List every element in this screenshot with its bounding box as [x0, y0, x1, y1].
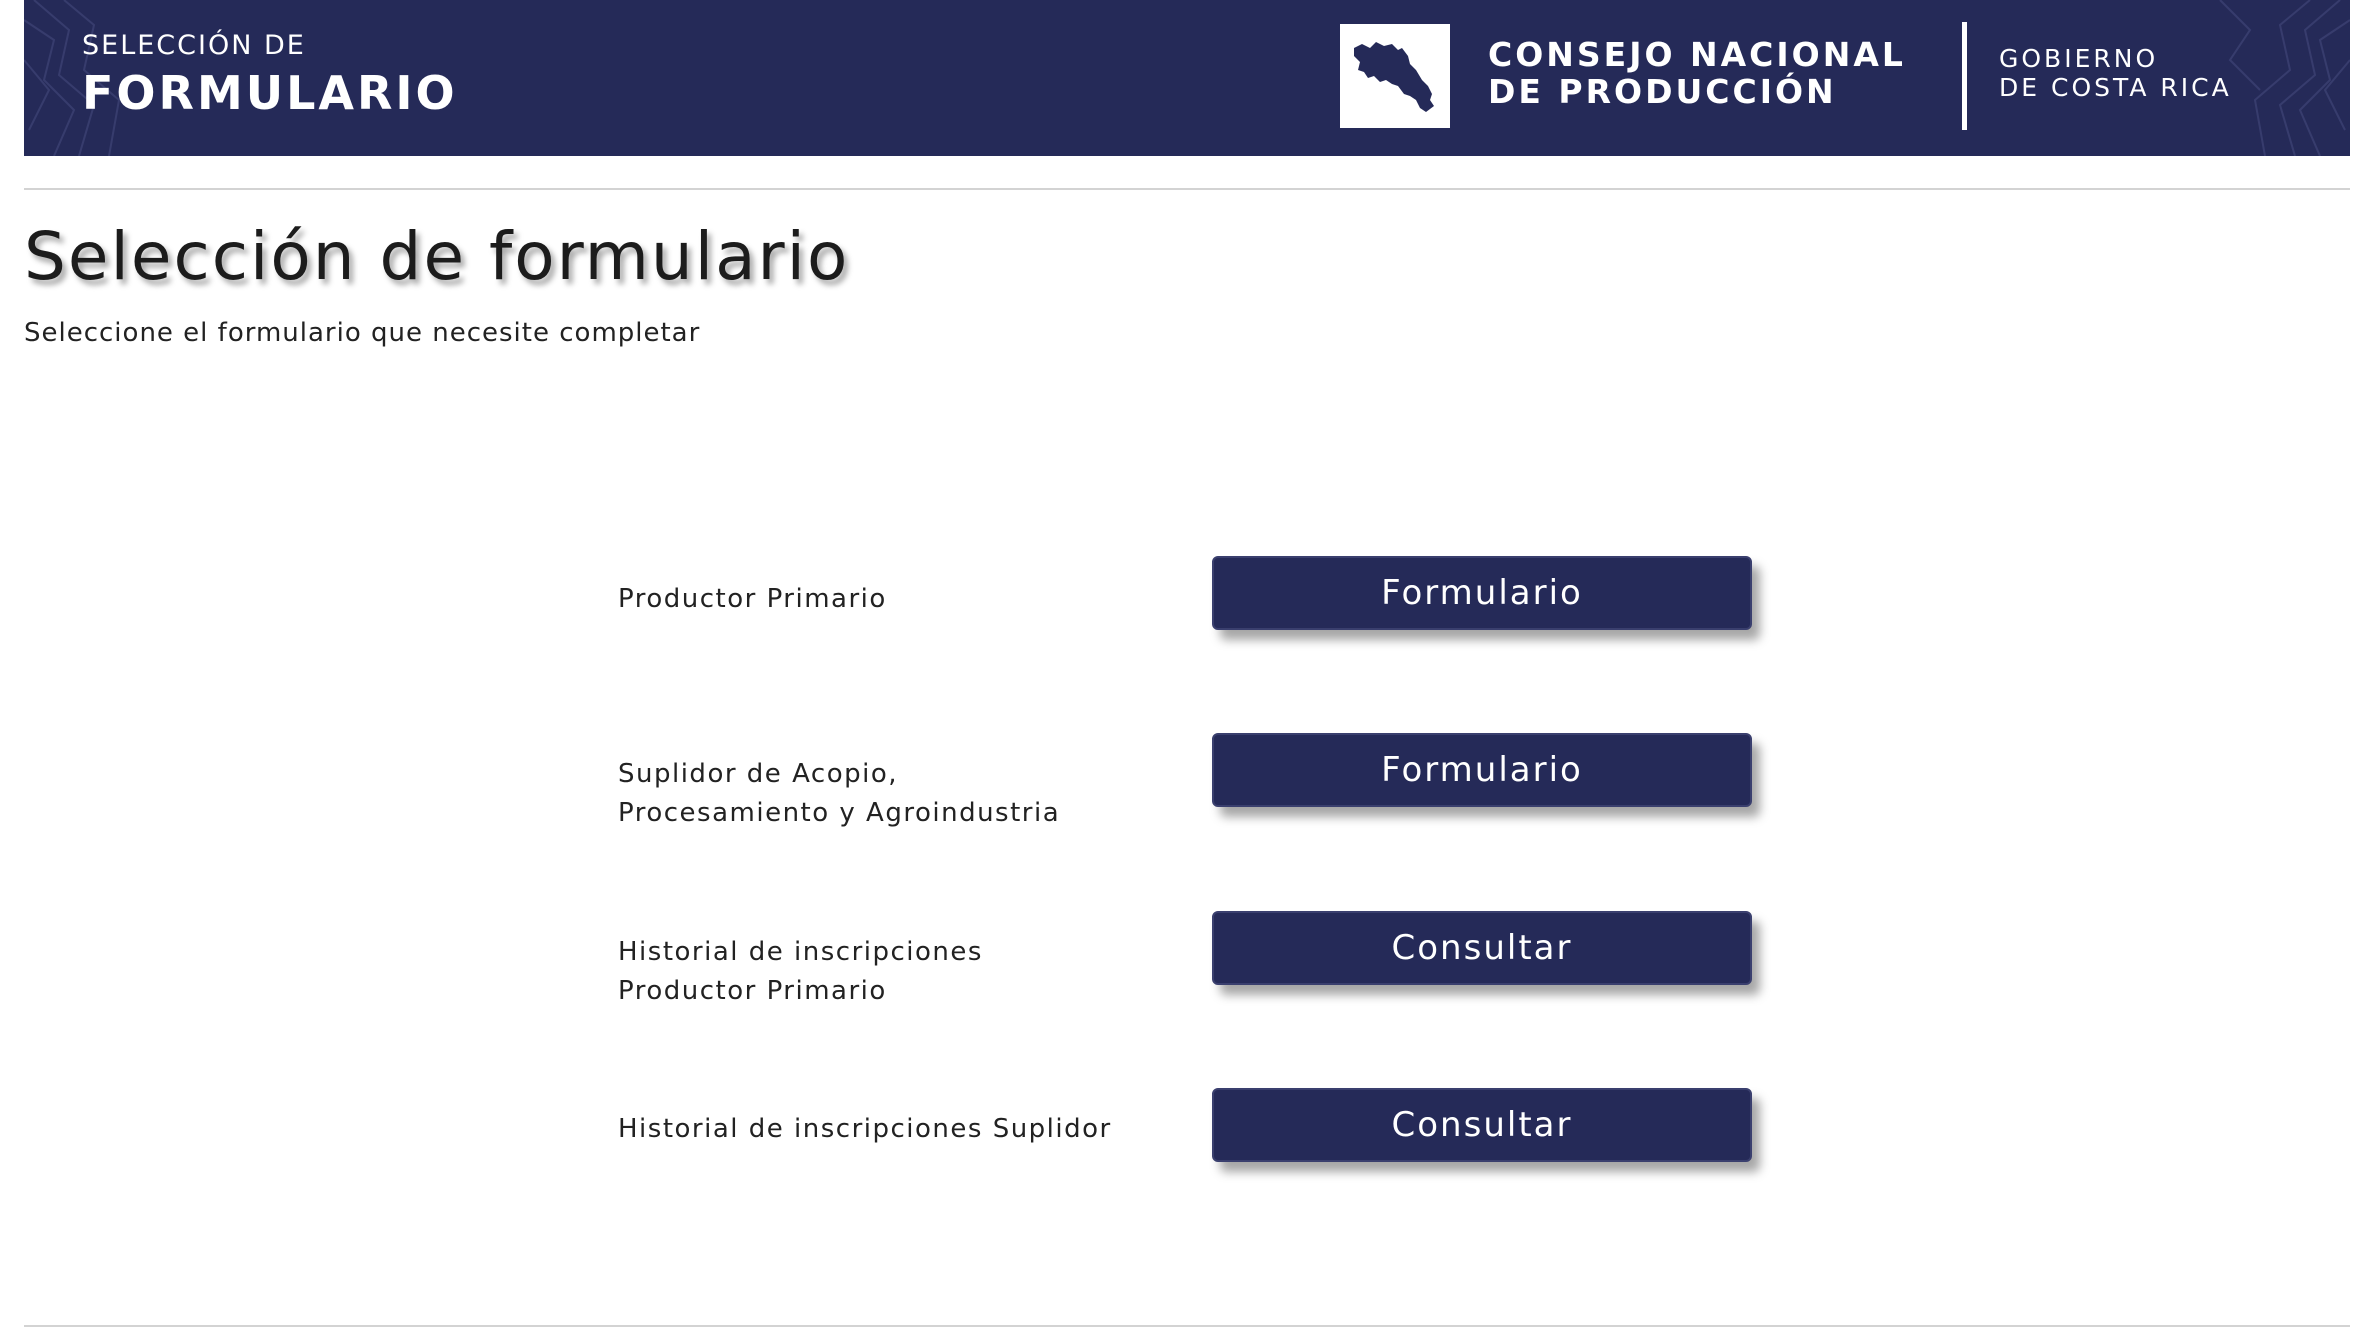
header-banner: SELECCIÓN DE FORMULARIO CONSEJO NACIONAL…	[24, 0, 2350, 156]
top-separator	[24, 188, 2350, 190]
bottom-separator	[24, 1325, 2350, 1327]
row-label-line2: Procesamiento y Agroindustria	[618, 798, 1061, 828]
organization-name-line2: DE PRODUCCIÓN	[1488, 72, 1837, 111]
government-name-line2: DE COSTA RICA	[1999, 73, 2232, 102]
row-label-line1: Historial de inscripciones Suplidor	[618, 1114, 1112, 1144]
row-label-line2: Productor Primario	[618, 976, 887, 1006]
form-row-productor-primario: Productor Primario Formulario	[618, 556, 1758, 630]
section-label-small: SELECCIÓN DE	[82, 30, 306, 61]
header-divider	[1962, 22, 1967, 130]
suplidor-form-button[interactable]: Formulario	[1212, 733, 1752, 807]
historial-productor-consult-button[interactable]: Consultar	[1212, 911, 1752, 985]
form-row-suplidor: Suplidor de Acopio, Procesamiento y Agro…	[618, 733, 1758, 828]
row-label: Historial de inscripciones Productor Pri…	[618, 933, 983, 1011]
organization-name-line1: CONSEJO NACIONAL	[1488, 35, 1906, 74]
page-subtitle: Seleccione el formulario que necesite co…	[24, 318, 701, 348]
costa-rica-map-icon	[1354, 42, 1434, 112]
row-label-line1: Historial de inscripciones	[618, 937, 983, 967]
historial-suplidor-consult-button[interactable]: Consultar	[1212, 1088, 1752, 1162]
logo	[1340, 24, 1450, 128]
section-label-big: FORMULARIO	[82, 66, 458, 120]
form-row-historial-suplidor: Historial de inscripciones Suplidor Cons…	[618, 1088, 1758, 1162]
row-label: Suplidor de Acopio, Procesamiento y Agro…	[618, 755, 1060, 833]
page: SELECCIÓN DE FORMULARIO CONSEJO NACIONAL…	[0, 0, 2362, 1338]
row-label: Historial de inscripciones Suplidor	[618, 1110, 1112, 1149]
row-label-line1: Suplidor de Acopio,	[618, 759, 898, 789]
government-name: GOBIERNO DE COSTA RICA	[1999, 44, 2232, 102]
government-name-line1: GOBIERNO	[1999, 44, 2159, 73]
organization-name: CONSEJO NACIONAL DE PRODUCCIÓN	[1488, 36, 1906, 110]
row-label: Productor Primario	[618, 580, 887, 619]
row-label-line1: Productor Primario	[618, 584, 887, 614]
page-title: Selección de formulario	[24, 218, 850, 295]
productor-primario-form-button[interactable]: Formulario	[1212, 556, 1752, 630]
form-row-historial-productor: Historial de inscripciones Productor Pri…	[618, 911, 1758, 1006]
